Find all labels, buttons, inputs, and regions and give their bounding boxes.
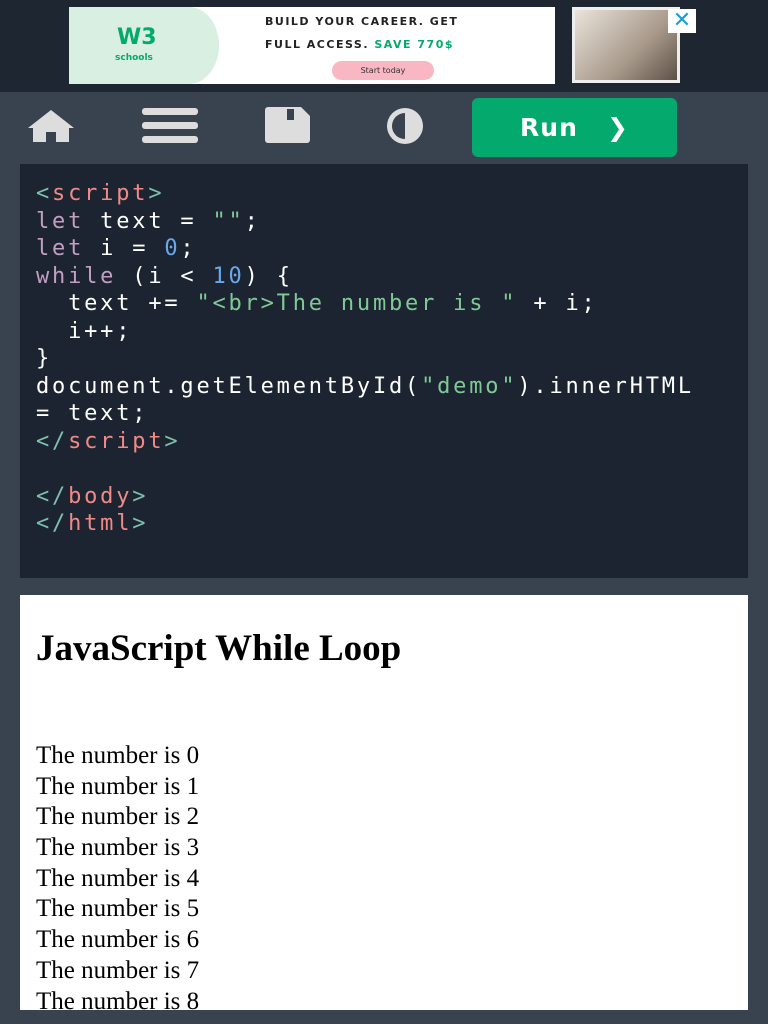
chevron-right-icon: ❯ [607,113,629,142]
result-line: The number is 6 [36,926,200,954]
result-line: The number is 2 [36,803,200,831]
ad-banner[interactable]: W3 schools BUILD YOUR CAREER. GET FULL A… [69,7,555,84]
ad-highlight: SAVE 770$ [374,38,455,51]
save-icon[interactable] [265,107,310,143]
code-line: </html> [36,511,149,536]
code-line: let i = 0; [36,236,197,261]
result-line: The number is 1 [36,772,200,800]
close-ad-icon[interactable]: ✕ [668,9,696,33]
code-line: text += "<br>The number is " + i; [36,291,598,316]
logo-text: schools [115,53,153,63]
code-line: </body> [36,483,149,509]
ad-banner-bar: W3 schools BUILD YOUR CAREER. GET FULL A… [0,0,768,92]
run-label: Run [520,113,578,142]
code-line: = text; [36,401,149,426]
result-line: The number is 5 [36,895,200,923]
result-panel: JavaScript While Loop The number is 0 Th… [20,595,748,1015]
result-line: The number is 8 [36,987,200,1015]
home-icon[interactable] [26,108,76,144]
code-line: <script> [36,181,165,206]
result-heading: JavaScript While Loop [36,628,402,669]
result-line: The number is 7 [36,956,200,984]
code-line: } [36,346,53,371]
code-line: i++; [36,318,133,344]
code-line: let text = ""; [36,208,261,234]
result-line: The number is 4 [36,864,200,892]
ad-photo [572,7,680,83]
w3schools-logo: W3 schools [69,7,219,84]
code-line: while (i < 10) { [36,263,293,289]
menu-icon[interactable] [142,108,198,144]
code-editor[interactable]: <script> let text = ""; let i = 0; while… [20,164,748,578]
code-line: </script> [36,428,181,454]
run-button[interactable]: Run ❯ [472,98,677,157]
result-line: The number is 0 [36,742,200,769]
ad-line-2: FULL ACCESS. SAVE 770$ [265,38,454,51]
ad-line-1: BUILD YOUR CAREER. GET [265,15,459,28]
code-line: document.getElementById("demo").innerHTM… [36,373,694,399]
ad-line-2-text: FULL ACCESS. [265,38,369,51]
logo-mark: W3 [117,25,157,50]
result-line: The number is 3 [36,834,200,862]
ad-start-button[interactable]: Start today [332,61,434,80]
theme-toggle-icon[interactable] [381,107,429,145]
